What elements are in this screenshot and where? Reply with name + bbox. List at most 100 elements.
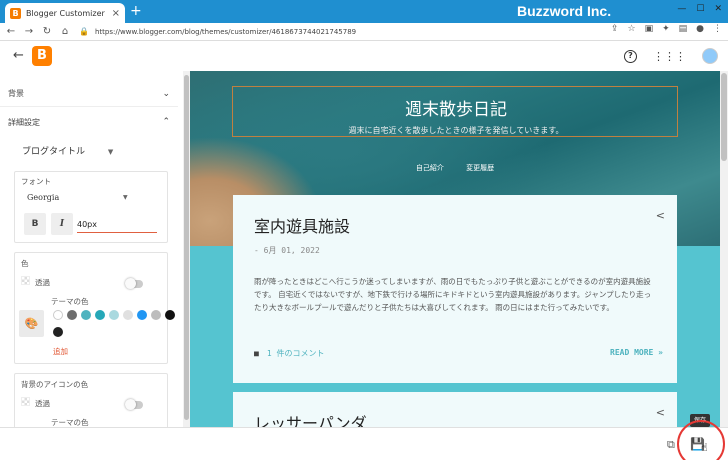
icon-color-label: 背景のアイコンの色 — [21, 380, 89, 389]
reload-icon[interactable]: ↻ — [42, 26, 52, 37]
chevron-up-icon: ⌃ — [162, 117, 170, 127]
color-swatch-silver[interactable] — [151, 310, 161, 320]
address-bar[interactable]: 🔒 https://www.blogger.com/blog/themes/cu… — [75, 24, 615, 39]
apps-grid-icon[interactable]: ⋮⋮⋮ — [653, 50, 686, 63]
maximize-icon[interactable]: ☐ — [696, 4, 704, 14]
post-card: < 室内遊具施設 - 6月 01, 2022 雨が降ったときはどこへ行こうか迷っ… — [233, 195, 677, 383]
minimize-icon[interactable]: — — [677, 4, 686, 14]
icon-transparent-label: 透過 — [35, 399, 50, 408]
read-more-link[interactable]: READ MORE » — [610, 348, 663, 357]
color-swatch-gray[interactable] — [67, 310, 77, 320]
icon-color-card: 背景のアイコンの色 透過 テーマの色 — [14, 373, 168, 427]
section-advanced[interactable]: 詳細設定 ⌃ — [0, 109, 178, 135]
save-highlight-circle — [677, 420, 725, 460]
forward-icon[interactable]: → — [24, 26, 34, 37]
home-icon[interactable]: ⌂ — [60, 26, 70, 37]
toolbar-right-icons: ⇪ ☆ ▣ ✦ ▤ ● ⋮ — [611, 24, 722, 34]
dropdown-arrow-icon: ▼ — [107, 148, 114, 156]
pointer-cursor-icon: ☝ — [701, 441, 708, 454]
browser-tab[interactable]: B Blogger Customizer × — [5, 3, 125, 23]
sidebar-scrollbar-thumb[interactable] — [184, 75, 189, 420]
blog-nav: 自己紹介 変更履歴 — [190, 163, 720, 173]
chevron-down-icon: ⌄ — [162, 88, 170, 99]
post-body: 雨が降ったときはどこへ行こうか迷ってしまいますが、雨の日でもたっぷり子供と遊ぶこ… — [254, 277, 652, 312]
color-swatch-light-cyan[interactable] — [109, 310, 119, 320]
preview-scrollbar-thumb[interactable] — [721, 73, 727, 161]
brand-watermark: Buzzword Inc. — [517, 3, 612, 19]
post-title[interactable]: 室内遊具施設 — [254, 213, 350, 237]
color-swatch-blue[interactable] — [137, 310, 147, 320]
post-date: - 6月 01, 2022 — [254, 246, 320, 255]
font-card: フォント Georgia ▼ B I 40px — [14, 171, 168, 243]
window-close-icon[interactable]: ✕ — [714, 4, 722, 14]
side-panel-icon[interactable]: ▤ — [679, 24, 688, 34]
post-title-2[interactable]: レッサーパンダ — [254, 410, 367, 427]
transparent-label: 透過 — [35, 278, 50, 287]
comments-count: 1 件のコメント — [266, 349, 325, 358]
font-label: フォント — [21, 177, 51, 186]
color-swatch-white[interactable] — [53, 310, 63, 320]
icon-transparent-toggle[interactable] — [125, 399, 143, 410]
font-dropdown-arrow-icon[interactable]: ▼ — [123, 194, 128, 201]
blogger-logo-icon[interactable]: B — [32, 46, 52, 66]
blog-preview: 週末散歩日記 週末に自宅近くを散歩したときの様子を発信していきます。 自己紹介 … — [190, 71, 720, 427]
browser-toolbar: ← → ↻ ⌂ 🔒 https://www.blogger.com/blog/t… — [0, 23, 728, 41]
color-label: 色 — [21, 259, 29, 268]
window-controls: — ☐ ✕ — [677, 4, 722, 14]
customizer-sidebar: 背景 ⌄ 詳細設定 ⌃ ブログタイトル ▼ フォント Georgia ▼ B I… — [0, 71, 183, 427]
theme-colors-label: テーマの色 — [51, 297, 89, 306]
advanced-item-select[interactable]: ブログタイトル ▼ — [22, 144, 113, 157]
section-advanced-label: 詳細設定 — [8, 117, 40, 127]
back-arrow-icon[interactable]: ← — [13, 48, 24, 63]
preview-window-icon[interactable]: ⧉ — [667, 438, 675, 452]
blog-title: 週末散歩日記 — [405, 100, 507, 120]
nav-link-about[interactable]: 自己紹介 — [416, 164, 444, 172]
nav-link-changelog[interactable]: 変更履歴 — [466, 164, 494, 172]
share-page-icon[interactable]: ⇪ — [611, 24, 619, 34]
bookmark-star-icon[interactable]: ☆ — [627, 24, 635, 34]
comment-icon: ■ — [254, 349, 259, 358]
extension-icon[interactable]: ▣ — [645, 24, 654, 34]
sidebar-scrollbar[interactable] — [183, 71, 190, 427]
share-icon-2[interactable]: < — [656, 406, 665, 419]
palette-icon[interactable]: 🎨 — [19, 310, 44, 337]
icon-theme-colors-label: テーマの色 — [51, 418, 89, 427]
blogger-header: ← B ? ⋮⋮⋮ — [0, 41, 728, 71]
color-swatch-light-gray[interactable] — [123, 310, 133, 320]
font-size-input[interactable]: 40px — [77, 220, 157, 233]
icon-transparent-swatch-icon — [21, 397, 30, 406]
color-swatch-teal[interactable] — [81, 310, 91, 320]
profile-icon[interactable]: ● — [696, 24, 704, 34]
color-swatch-black[interactable] — [165, 310, 175, 320]
section-background-label: 背景 — [8, 89, 24, 98]
share-icon[interactable]: < — [656, 209, 665, 222]
help-icon[interactable]: ? — [624, 49, 637, 63]
color-swatch-dark[interactable] — [53, 327, 63, 337]
comments-link[interactable]: ■ 1 件のコメント — [254, 348, 324, 359]
transparent-toggle[interactable] — [125, 278, 143, 289]
color-swatch-cyan[interactable] — [95, 310, 105, 320]
lock-icon: 🔒 — [79, 27, 89, 36]
italic-button[interactable]: I — [51, 213, 73, 235]
bold-button[interactable]: B — [24, 213, 46, 235]
tab-close-icon[interactable]: × — [112, 8, 120, 19]
avatar[interactable] — [702, 48, 718, 64]
back-icon[interactable]: ← — [6, 26, 16, 37]
header-actions: ? ⋮⋮⋮ — [624, 48, 718, 64]
new-tab-button[interactable]: + — [130, 4, 142, 18]
color-card: 色 透過 テーマの色 🎨 追加 — [14, 252, 175, 364]
puzzle-icon[interactable]: ✦ — [662, 24, 670, 34]
font-family-select[interactable]: Georgia — [27, 193, 59, 202]
section-background[interactable]: 背景 ⌄ — [0, 81, 178, 107]
bottom-action-bar: ⧉ 💾 — [0, 427, 728, 460]
blog-description: 週末に自宅近くを散歩したときの様子を発信していきます。 — [348, 126, 564, 135]
transparent-swatch-icon — [21, 276, 30, 285]
selected-item-label: ブログタイトル — [22, 147, 86, 157]
add-color-link[interactable]: 追加 — [53, 346, 68, 357]
blog-title-box[interactable]: 週末散歩日記 週末に自宅近くを散歩したときの様子を発信していきます。 — [232, 86, 678, 137]
tab-title: Blogger Customizer — [26, 8, 105, 18]
preview-scrollbar[interactable] — [720, 71, 728, 427]
browser-menu-icon[interactable]: ⋮ — [713, 24, 722, 34]
blogger-favicon-icon: B — [10, 7, 21, 19]
post-card-2: < レッサーパンダ — [233, 392, 677, 427]
